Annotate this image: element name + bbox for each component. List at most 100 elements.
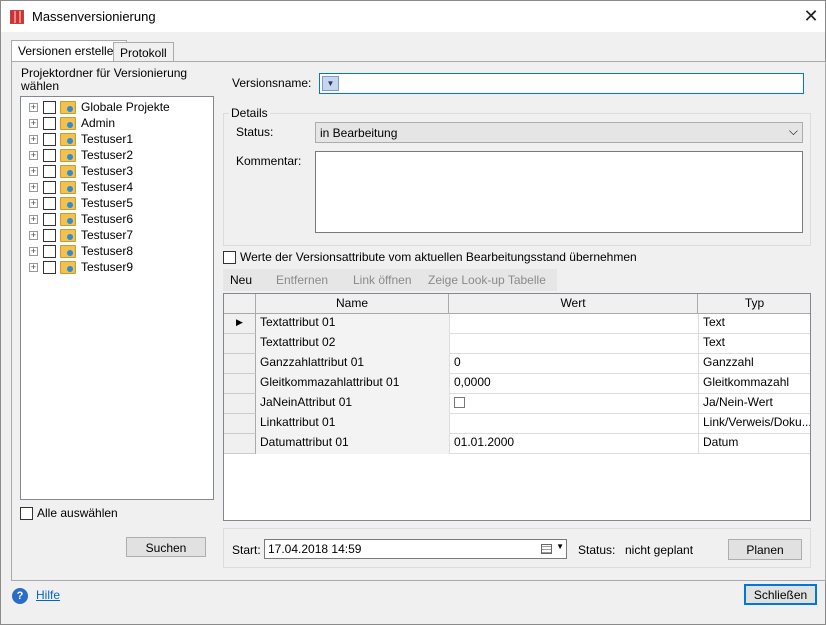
tree-node[interactable]: + Testuser1 <box>29 131 133 147</box>
table-row[interactable]: JaNeinAttribut 01 Ja/Nein-Wert <box>224 394 810 414</box>
start-datetime-picker[interactable]: 17.04.2018 14:59 ▼ <box>264 539 567 559</box>
tree-node[interactable]: + Testuser4 <box>29 179 133 195</box>
tree-node-label: Testuser7 <box>81 228 134 242</box>
version-name-input[interactable]: ▼ <box>319 73 804 94</box>
cell-name: Textattribut 02 <box>256 334 449 354</box>
help-icon[interactable]: ? <box>12 588 28 604</box>
table-row[interactable]: Gleitkommazahlattribut 01 0,0000 Gleitkomm… <box>224 374 810 394</box>
tree-node[interactable]: + Testuser7 <box>29 227 133 243</box>
open-link-button[interactable]: Link öffnen <box>353 273 412 287</box>
tree-checkbox[interactable] <box>43 196 56 210</box>
table-row[interactable]: ▶ Textattribut 01 Text <box>224 314 810 334</box>
comment-label: Kommentar: <box>236 154 302 168</box>
tree-checkbox[interactable] <box>43 180 56 194</box>
yes-no-checkbox[interactable] <box>454 397 465 408</box>
tree-checkbox[interactable] <box>43 244 56 258</box>
row-header[interactable] <box>224 334 256 354</box>
table-row[interactable]: Datumattribut 01 01.01.2000 Datum <box>224 434 810 454</box>
version-name-label: Versionsname: <box>232 76 312 90</box>
search-button[interactable]: Suchen <box>126 537 206 557</box>
cell-value[interactable] <box>449 334 698 354</box>
tree-checkbox[interactable] <box>43 100 56 114</box>
new-button[interactable]: Neu <box>230 273 252 287</box>
chevron-down-icon[interactable]: ▼ <box>556 542 564 551</box>
expand-icon[interactable]: + <box>29 134 38 144</box>
table-row[interactable]: Ganzzahlattribut 01 0 Ganzzahl <box>224 354 810 374</box>
tab-protokoll[interactable]: Protokoll <box>113 42 174 63</box>
remove-button[interactable]: Entfernen <box>276 273 328 287</box>
select-all-checkbox[interactable] <box>20 507 33 520</box>
tree-node[interactable]: + Testuser6 <box>29 211 133 227</box>
cell-value[interactable]: 01.01.2000 <box>449 434 698 454</box>
tab-versionen-erstellen[interactable]: Versionen erstellen <box>11 40 128 63</box>
row-header[interactable] <box>224 434 256 454</box>
tree-node[interactable]: + Globale Projekte <box>29 99 170 115</box>
status-select-value: in Bearbeitung <box>320 126 398 140</box>
schedule-status-label: Status: <box>578 543 616 557</box>
expand-icon[interactable]: + <box>29 102 38 112</box>
dropdown-icon[interactable]: ▼ <box>322 76 339 91</box>
expand-icon[interactable]: + <box>29 246 38 256</box>
expand-icon[interactable]: + <box>29 230 38 240</box>
tree-node[interactable]: + Testuser3 <box>29 163 133 179</box>
cell-name: Linkattribut 01 <box>256 414 449 434</box>
tree-checkbox[interactable] <box>43 260 56 274</box>
expand-icon[interactable]: + <box>29 198 38 208</box>
calendar-icon[interactable] <box>541 544 552 554</box>
tree-node[interactable]: + Testuser5 <box>29 195 133 211</box>
tree-node-label: Testuser4 <box>81 180 134 194</box>
row-header[interactable]: ▶ <box>224 314 256 334</box>
cell-name: Gleitkommazahlattribut 01 <box>256 374 449 394</box>
expand-icon[interactable]: + <box>29 214 38 224</box>
project-tree[interactable]: + Globale Projekte + Admin + Testuser1 + Tes… <box>20 96 214 500</box>
schedule-status-value: nicht geplant <box>625 543 694 557</box>
table-row[interactable]: Linkattribut 01 Link/Verweis/Doku... <box>224 414 810 434</box>
close-button[interactable]: Schließen <box>744 584 817 605</box>
help-link[interactable]: Hilfe <box>36 588 60 602</box>
column-header-type[interactable]: Typ <box>698 294 810 314</box>
row-header[interactable] <box>224 354 256 374</box>
row-header[interactable] <box>224 374 256 394</box>
tree-checkbox[interactable] <box>43 228 56 242</box>
column-header-value[interactable]: Wert <box>449 294 698 314</box>
folder-icon <box>60 148 76 162</box>
cell-value[interactable] <box>449 394 698 414</box>
folder-icon <box>60 164 76 178</box>
tree-checkbox[interactable] <box>43 148 56 162</box>
expand-icon[interactable]: + <box>29 182 38 192</box>
column-header-name[interactable]: Name <box>256 294 449 314</box>
plan-button[interactable]: Planen <box>728 539 802 560</box>
expand-icon[interactable]: + <box>29 118 38 128</box>
expand-icon[interactable]: + <box>29 150 38 160</box>
folder-icon <box>60 244 76 258</box>
tree-checkbox[interactable] <box>43 212 56 226</box>
lookup-table-button[interactable]: Zeige Look-up Tabelle <box>428 273 546 287</box>
adopt-attributes-checkbox[interactable] <box>223 251 236 264</box>
expand-icon[interactable]: + <box>29 166 38 176</box>
status-select[interactable]: in Bearbeitung ⌵ <box>315 122 803 143</box>
cell-value[interactable]: 0 <box>449 354 698 374</box>
tree-node[interactable]: + Testuser8 <box>29 243 133 259</box>
table-row[interactable]: Textattribut 02 Text <box>224 334 810 354</box>
status-label: Status: <box>236 125 274 139</box>
tree-node[interactable]: + Admin <box>29 115 115 131</box>
tree-checkbox[interactable] <box>43 132 56 146</box>
close-icon[interactable]: ✕ <box>799 5 823 27</box>
tree-checkbox[interactable] <box>43 116 56 130</box>
tree-node[interactable]: + Testuser2 <box>29 147 133 163</box>
tree-node[interactable]: + Testuser9 <box>29 259 133 275</box>
attributes-grid[interactable]: Name Wert Typ ▶ Textattribut 01 Text Texta… <box>223 293 811 521</box>
chevron-down-icon: ⌵ <box>788 124 798 138</box>
cell-value[interactable]: 0,0000 <box>449 374 698 394</box>
dialog-window: Massenversionierung ✕ Versionen erstelle… <box>0 0 826 625</box>
cell-value[interactable] <box>449 414 698 434</box>
details-label: Details <box>229 106 270 120</box>
expand-icon[interactable]: + <box>29 262 38 272</box>
cell-value[interactable] <box>449 314 698 334</box>
folder-icon <box>60 196 76 210</box>
comment-textarea[interactable] <box>315 151 803 233</box>
tree-checkbox[interactable] <box>43 164 56 178</box>
current-row-icon: ▶ <box>236 317 243 327</box>
row-header[interactable] <box>224 394 256 414</box>
row-header[interactable] <box>224 414 256 434</box>
